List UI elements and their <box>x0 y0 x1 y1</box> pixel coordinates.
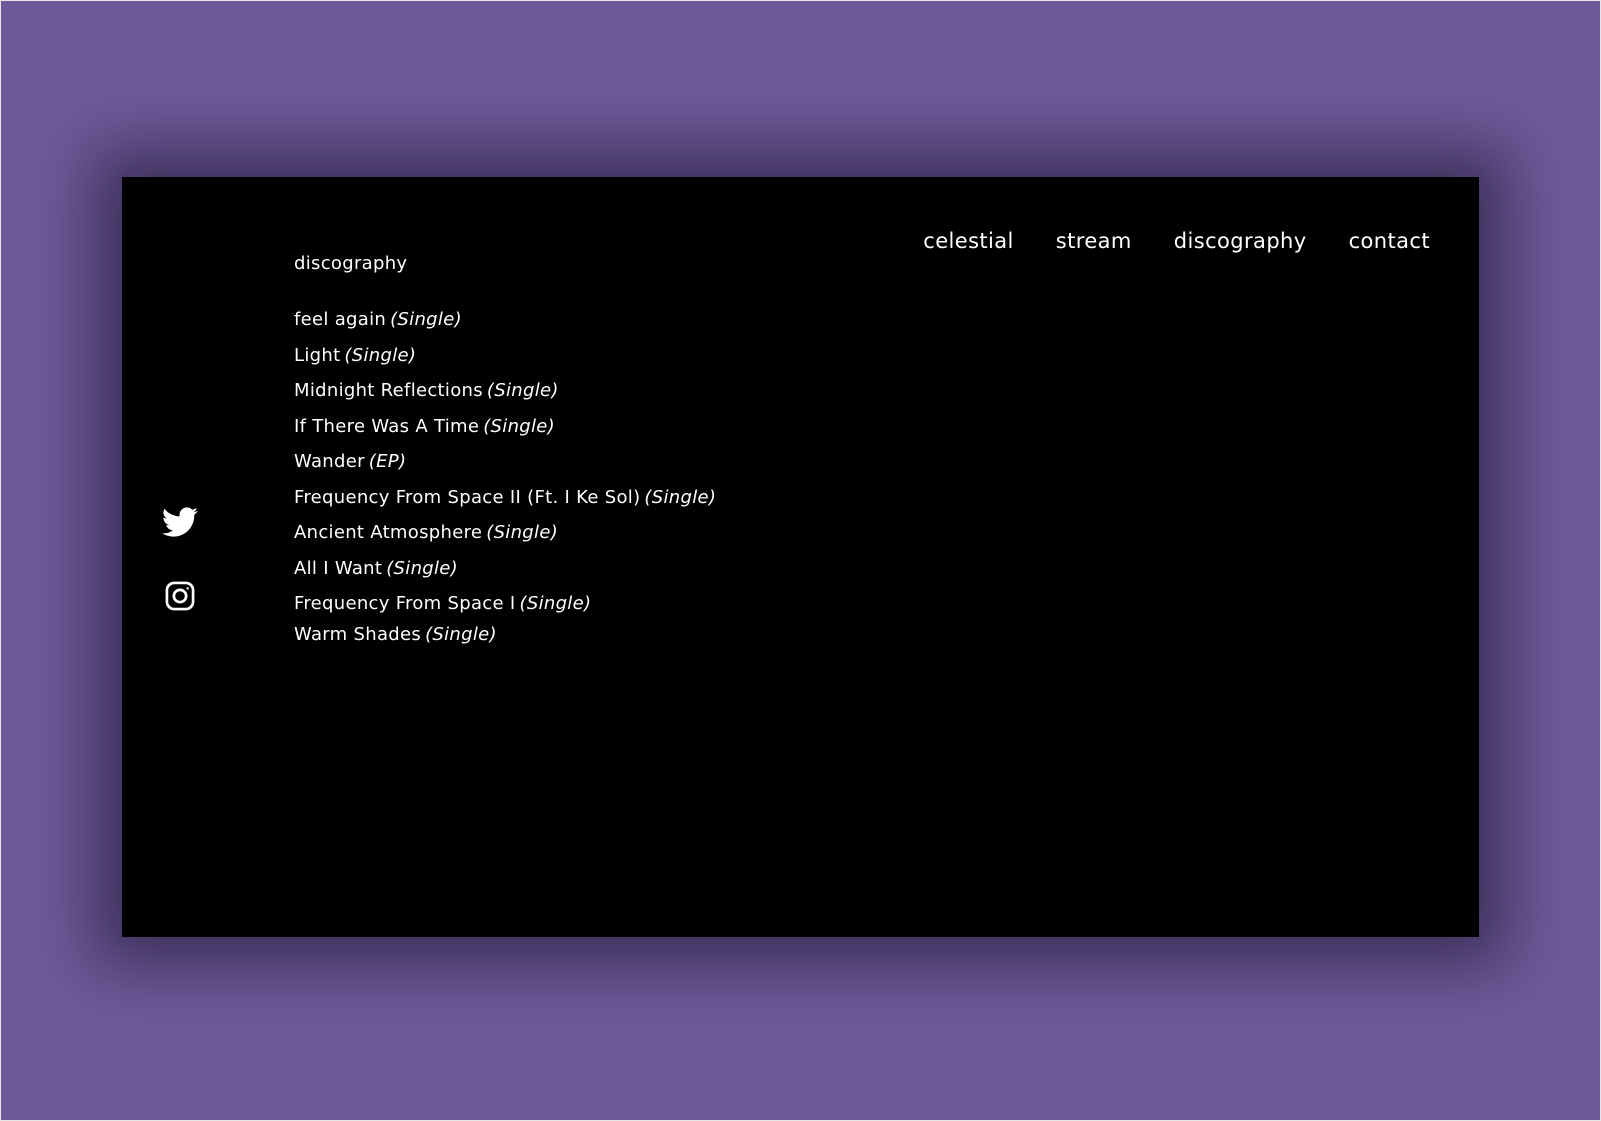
release-item[interactable]: Warm Shades (Single) <box>294 622 716 658</box>
release-item[interactable]: Wander (EP) <box>294 449 716 485</box>
release-type: (Single) <box>486 522 559 543</box>
nav-stream[interactable]: stream <box>1056 227 1132 255</box>
release-type: (Single) <box>519 593 592 614</box>
site-window: celestial stream discography contact dis… <box>122 177 1479 937</box>
release-type: (Single) <box>386 557 458 579</box>
release-title: If There Was A Time <box>294 415 480 437</box>
release-title: Midnight Reflections <box>294 380 483 401</box>
release-item[interactable]: Light (Single) <box>294 343 716 379</box>
release-type: (Single) <box>483 415 555 437</box>
release-item[interactable]: All I Want (Single) <box>294 556 716 592</box>
release-type: (Single) <box>344 344 417 366</box>
release-item[interactable]: feel again (Single) <box>294 307 716 343</box>
release-title: Ancient Atmosphere <box>294 522 483 543</box>
page-title: discography <box>294 253 408 274</box>
release-title: All I Want <box>294 557 383 579</box>
release-title: Light <box>294 344 341 366</box>
nav-celestial[interactable]: celestial <box>923 227 1014 255</box>
nav-discography[interactable]: discography <box>1174 227 1307 255</box>
release-type: (Single) <box>390 309 462 330</box>
top-nav: celestial stream discography contact <box>881 227 1430 255</box>
nav-contact[interactable]: contact <box>1349 227 1430 255</box>
release-title: Wander <box>294 451 365 472</box>
release-item[interactable]: Ancient Atmosphere (Single) <box>294 520 716 556</box>
release-type: (Single) <box>644 486 717 508</box>
social-links <box>162 504 198 612</box>
release-title: Warm Shades <box>294 623 422 645</box>
release-item[interactable]: Midnight Reflections (Single) <box>294 378 716 414</box>
release-title: Frequency From Space I <box>294 593 516 614</box>
twitter-icon[interactable] <box>162 504 198 540</box>
release-type: (Single) <box>486 380 559 401</box>
release-title: feel again <box>294 309 387 330</box>
release-item[interactable]: Frequency From Space II (Ft. I Ke Sol) (S… <box>294 485 716 521</box>
release-title: Frequency From Space II (Ft. I Ke Sol) <box>294 486 641 508</box>
release-type: (EP) <box>368 451 407 472</box>
release-type: (Single) <box>425 623 497 645</box>
instagram-icon[interactable] <box>164 580 196 612</box>
release-list: feel again (Single) Light (Single) Midnigh… <box>294 307 716 657</box>
release-item[interactable]: If There Was A Time (Single) <box>294 414 716 450</box>
